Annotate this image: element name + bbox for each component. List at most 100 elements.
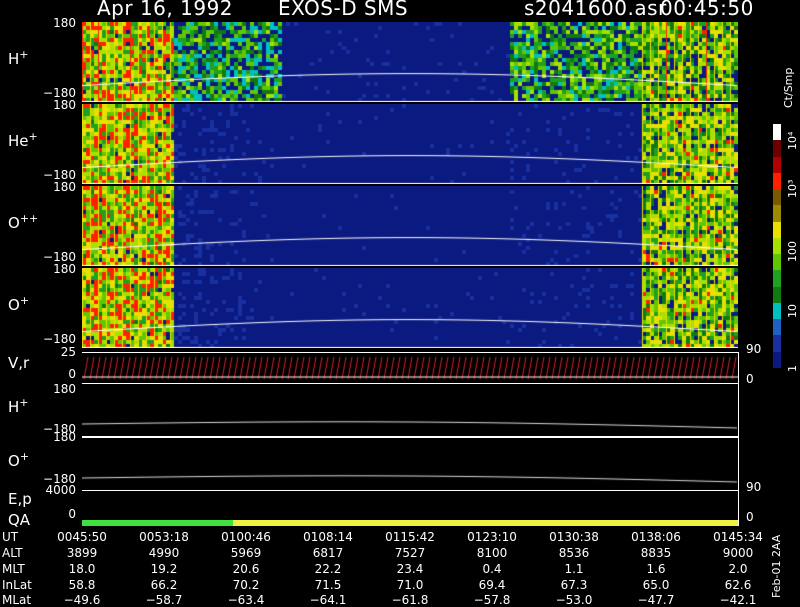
footer-value-alt: 5969 (230, 546, 262, 560)
footer-value-mlat: −53.0 (555, 593, 593, 607)
footer-value-inlat: 58.8 (68, 578, 96, 592)
footer-value-mlt: 23.4 (396, 562, 424, 576)
spectrogram-h (82, 22, 738, 102)
footer-key: ALT (2, 546, 23, 560)
vr-right-top: 90 (746, 342, 762, 356)
panel-label-opp: O++ (8, 212, 39, 232)
footer-value-mlt: 2.0 (728, 562, 748, 576)
colorbar-swatch (773, 270, 781, 287)
footer-key: UT (2, 530, 19, 544)
vr-left-mid: 0 (68, 367, 76, 381)
file-name: s2041600.asr (524, 0, 667, 20)
panel-top-tick: 180 (53, 262, 76, 276)
header-time: 00:45:50 (660, 0, 754, 20)
panel-bottom-tick: −180 (43, 332, 76, 346)
footer-value-inlat: 70.2 (232, 578, 260, 592)
footer-value-alt: 3899 (66, 546, 98, 560)
colorbar-swatch (773, 286, 781, 303)
ep-panel (82, 490, 738, 521)
stamp: Feb-01 2AA (770, 534, 783, 598)
footer-value-inlat: 67.3 (560, 578, 588, 592)
footer-value-ut: 0053:18 (139, 530, 189, 544)
footer-value-ut: 0108:14 (303, 530, 353, 544)
colorbar-tick: 1 (786, 365, 799, 372)
footer-value-mlt: 18.0 (68, 562, 96, 576)
colorbar (773, 124, 781, 368)
spectrogram-op (82, 268, 738, 348)
vr-left-top: 25 (60, 345, 76, 359)
colorbar-unit: Ct/Smp (782, 67, 795, 108)
footer-value-inlat: 69.4 (478, 578, 506, 592)
colorbar-swatch (773, 351, 781, 368)
footer-value-ut: 0130:38 (549, 530, 599, 544)
footer-value-alt: 8100 (476, 546, 508, 560)
footer-value-alt: 8835 (640, 546, 672, 560)
o-line-trace (82, 438, 738, 490)
footer-value-mlat: −57.8 (473, 593, 511, 607)
h-line-trace (82, 384, 738, 436)
colorbar-tick: 10⁴ (786, 131, 799, 150)
footer-value-ut: 0138:06 (631, 530, 681, 544)
qa-right-bottom: 0 (746, 510, 754, 524)
footer-value-inlat: 71.0 (396, 578, 424, 592)
vr-panel (82, 352, 738, 384)
footer-value-inlat: 65.0 (642, 578, 670, 592)
footer-value-alt: 6817 (312, 546, 344, 560)
right-axis (738, 352, 739, 526)
footer-value-mlat: −58.7 (145, 593, 183, 607)
footer-value-mlt: 22.2 (314, 562, 342, 576)
o-line-panel (82, 437, 738, 491)
colorbar-swatch (773, 189, 781, 206)
colorbar-swatch (773, 156, 781, 173)
footer-value-ut: 0100:46 (221, 530, 271, 544)
colorbar-swatch (773, 254, 781, 271)
footer-value-ut: 0045:50 (57, 530, 107, 544)
ep-left-top: 4000 (45, 483, 76, 497)
colorbar-tick: 100 (786, 241, 799, 262)
qa-segment (82, 520, 233, 526)
colorbar-swatch (773, 221, 781, 238)
footer-value-mlat: −61.8 (391, 593, 429, 607)
spectrogram-opp (82, 186, 738, 266)
footer-value-inlat: 66.2 (150, 578, 178, 592)
colorbar-swatch (773, 237, 781, 255)
footer-value-mlt: 0.4 (482, 562, 502, 576)
panel-label-h: H+ (8, 48, 29, 68)
colorbar-swatch (773, 319, 781, 336)
colorbar-tick: 10 (786, 304, 799, 318)
colorbar-swatch (773, 205, 781, 222)
panel-top-tick: 180 (53, 98, 76, 112)
panel-top-tick: 180 (53, 16, 76, 30)
colorbar-swatch (773, 124, 781, 141)
footer-key: MLT (2, 562, 25, 576)
footer-value-mlt: 19.2 (150, 562, 178, 576)
panel-label-he: He+ (8, 130, 38, 150)
o-line-label: O+ (8, 450, 30, 470)
colorbar-tick: 10³ (786, 179, 799, 198)
footer-value-mlat: −47.7 (637, 593, 675, 607)
qa-label: QA (8, 511, 31, 529)
h-line-label: H+ (8, 396, 29, 416)
vr-right-bottom: 0 (746, 372, 754, 386)
colorbar-swatch (773, 335, 781, 352)
footer-value-alt: 8536 (558, 546, 590, 560)
footer-value-alt: 4990 (148, 546, 180, 560)
footer-value-mlat: −64.1 (309, 593, 347, 607)
vr-trace (82, 353, 738, 383)
footer-value-inlat: 71.5 (314, 578, 342, 592)
footer-value-mlt: 1.1 (564, 562, 584, 576)
colorbar-swatch (773, 172, 781, 190)
ep-label: E,p (8, 490, 32, 508)
footer-value-mlt: 20.6 (232, 562, 260, 576)
qa-segment (232, 520, 738, 526)
plot-date: Apr 16, 1992 (97, 0, 234, 20)
footer-value-inlat: 62.6 (724, 578, 752, 592)
spectrogram-he (82, 104, 738, 184)
h-line-top: 180 (53, 382, 76, 396)
footer-value-alt: 7527 (394, 546, 426, 560)
qa-bar (82, 520, 738, 526)
panel-label-op: O+ (8, 294, 30, 314)
footer-value-mlat: −42.1 (719, 593, 757, 607)
footer-key: MLat (2, 593, 32, 607)
colorbar-swatch (773, 140, 781, 157)
